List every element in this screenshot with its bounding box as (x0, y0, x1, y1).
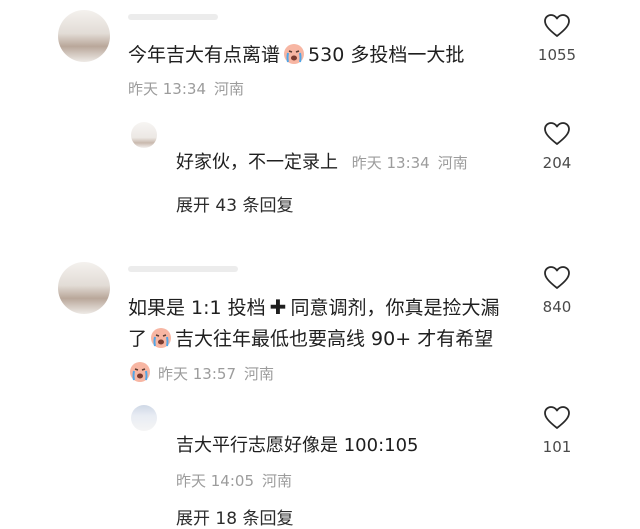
like-count: 101 (542, 438, 572, 456)
reply-meta: 昨天 14:05 河南 (176, 470, 300, 491)
comment-text-part: 如果是 1:1 投档 (128, 297, 266, 319)
comment-meta: 昨天 13:34 河南 (128, 78, 252, 99)
avatar[interactable] (58, 262, 110, 314)
comment-text-part: 今年吉大有点离谱 (128, 44, 281, 66)
comment-text-part: 530 多投档一大批 (308, 44, 465, 66)
like-button[interactable]: 1055 (527, 14, 587, 64)
expand-replies-link[interactable]: 展开 43 条回复 (176, 191, 293, 216)
reply-avatar[interactable] (131, 122, 157, 148)
avatar[interactable] (58, 10, 110, 62)
reply-body: 吉大平行志愿好像是 100:105 (176, 435, 419, 456)
crying-face-emoji-icon (128, 360, 152, 384)
comment-text: 了 吉大往年最低也要高线 90+ 才有希望 (128, 324, 493, 354)
like-count: 1055 (537, 46, 577, 64)
reply-body: 好家伙，不一定录上 (176, 152, 338, 173)
location: 河南 (437, 154, 468, 172)
like-count: 204 (542, 154, 572, 172)
like-count: 840 (542, 298, 572, 316)
comment-text: 如果是 1:1 投档 ✚ 同意调剂，你真是捡大漏 (128, 292, 499, 323)
crying-face-emoji-icon (282, 42, 306, 66)
reply-meta: 昨天 13:34 河南 (352, 154, 476, 172)
location: 河南 (244, 365, 275, 383)
heart-outline-icon (544, 266, 570, 289)
heart-outline-icon (544, 122, 570, 145)
like-button[interactable]: 840 (527, 266, 587, 316)
heart-outline-icon (544, 406, 570, 429)
comment-text: 今年吉大有点离谱 530 多投档一大批 (128, 40, 464, 70)
like-button[interactable]: 101 (527, 406, 587, 456)
timestamp: 昨天 13:34 (128, 80, 206, 98)
username-blur (128, 266, 238, 272)
heart-outline-icon (544, 14, 570, 37)
comment-text-part: 同意调剂，你真是捡大漏 (290, 297, 500, 319)
comment-meta: 昨天 13:57 河南 (128, 360, 282, 384)
heavy-plus-icon: ✚ (269, 295, 287, 319)
reply-text: 吉大平行志愿好像是 100:105 (176, 433, 419, 459)
crying-face-emoji-icon (149, 326, 173, 350)
username-blur (128, 14, 218, 20)
reply-avatar[interactable] (131, 405, 157, 431)
reply-text: 好家伙，不一定录上 昨天 13:34 河南 (176, 150, 476, 176)
like-button[interactable]: 204 (527, 122, 587, 172)
location: 河南 (262, 472, 293, 490)
timestamp: 昨天 13:57 (158, 365, 236, 383)
comment-text-part: 吉大往年最低也要高线 90+ 才有希望 (175, 328, 494, 350)
timestamp: 昨天 14:05 (176, 472, 254, 490)
location: 河南 (214, 80, 245, 98)
comment-text-part: 了 (128, 328, 148, 350)
timestamp: 昨天 13:34 (351, 154, 430, 172)
